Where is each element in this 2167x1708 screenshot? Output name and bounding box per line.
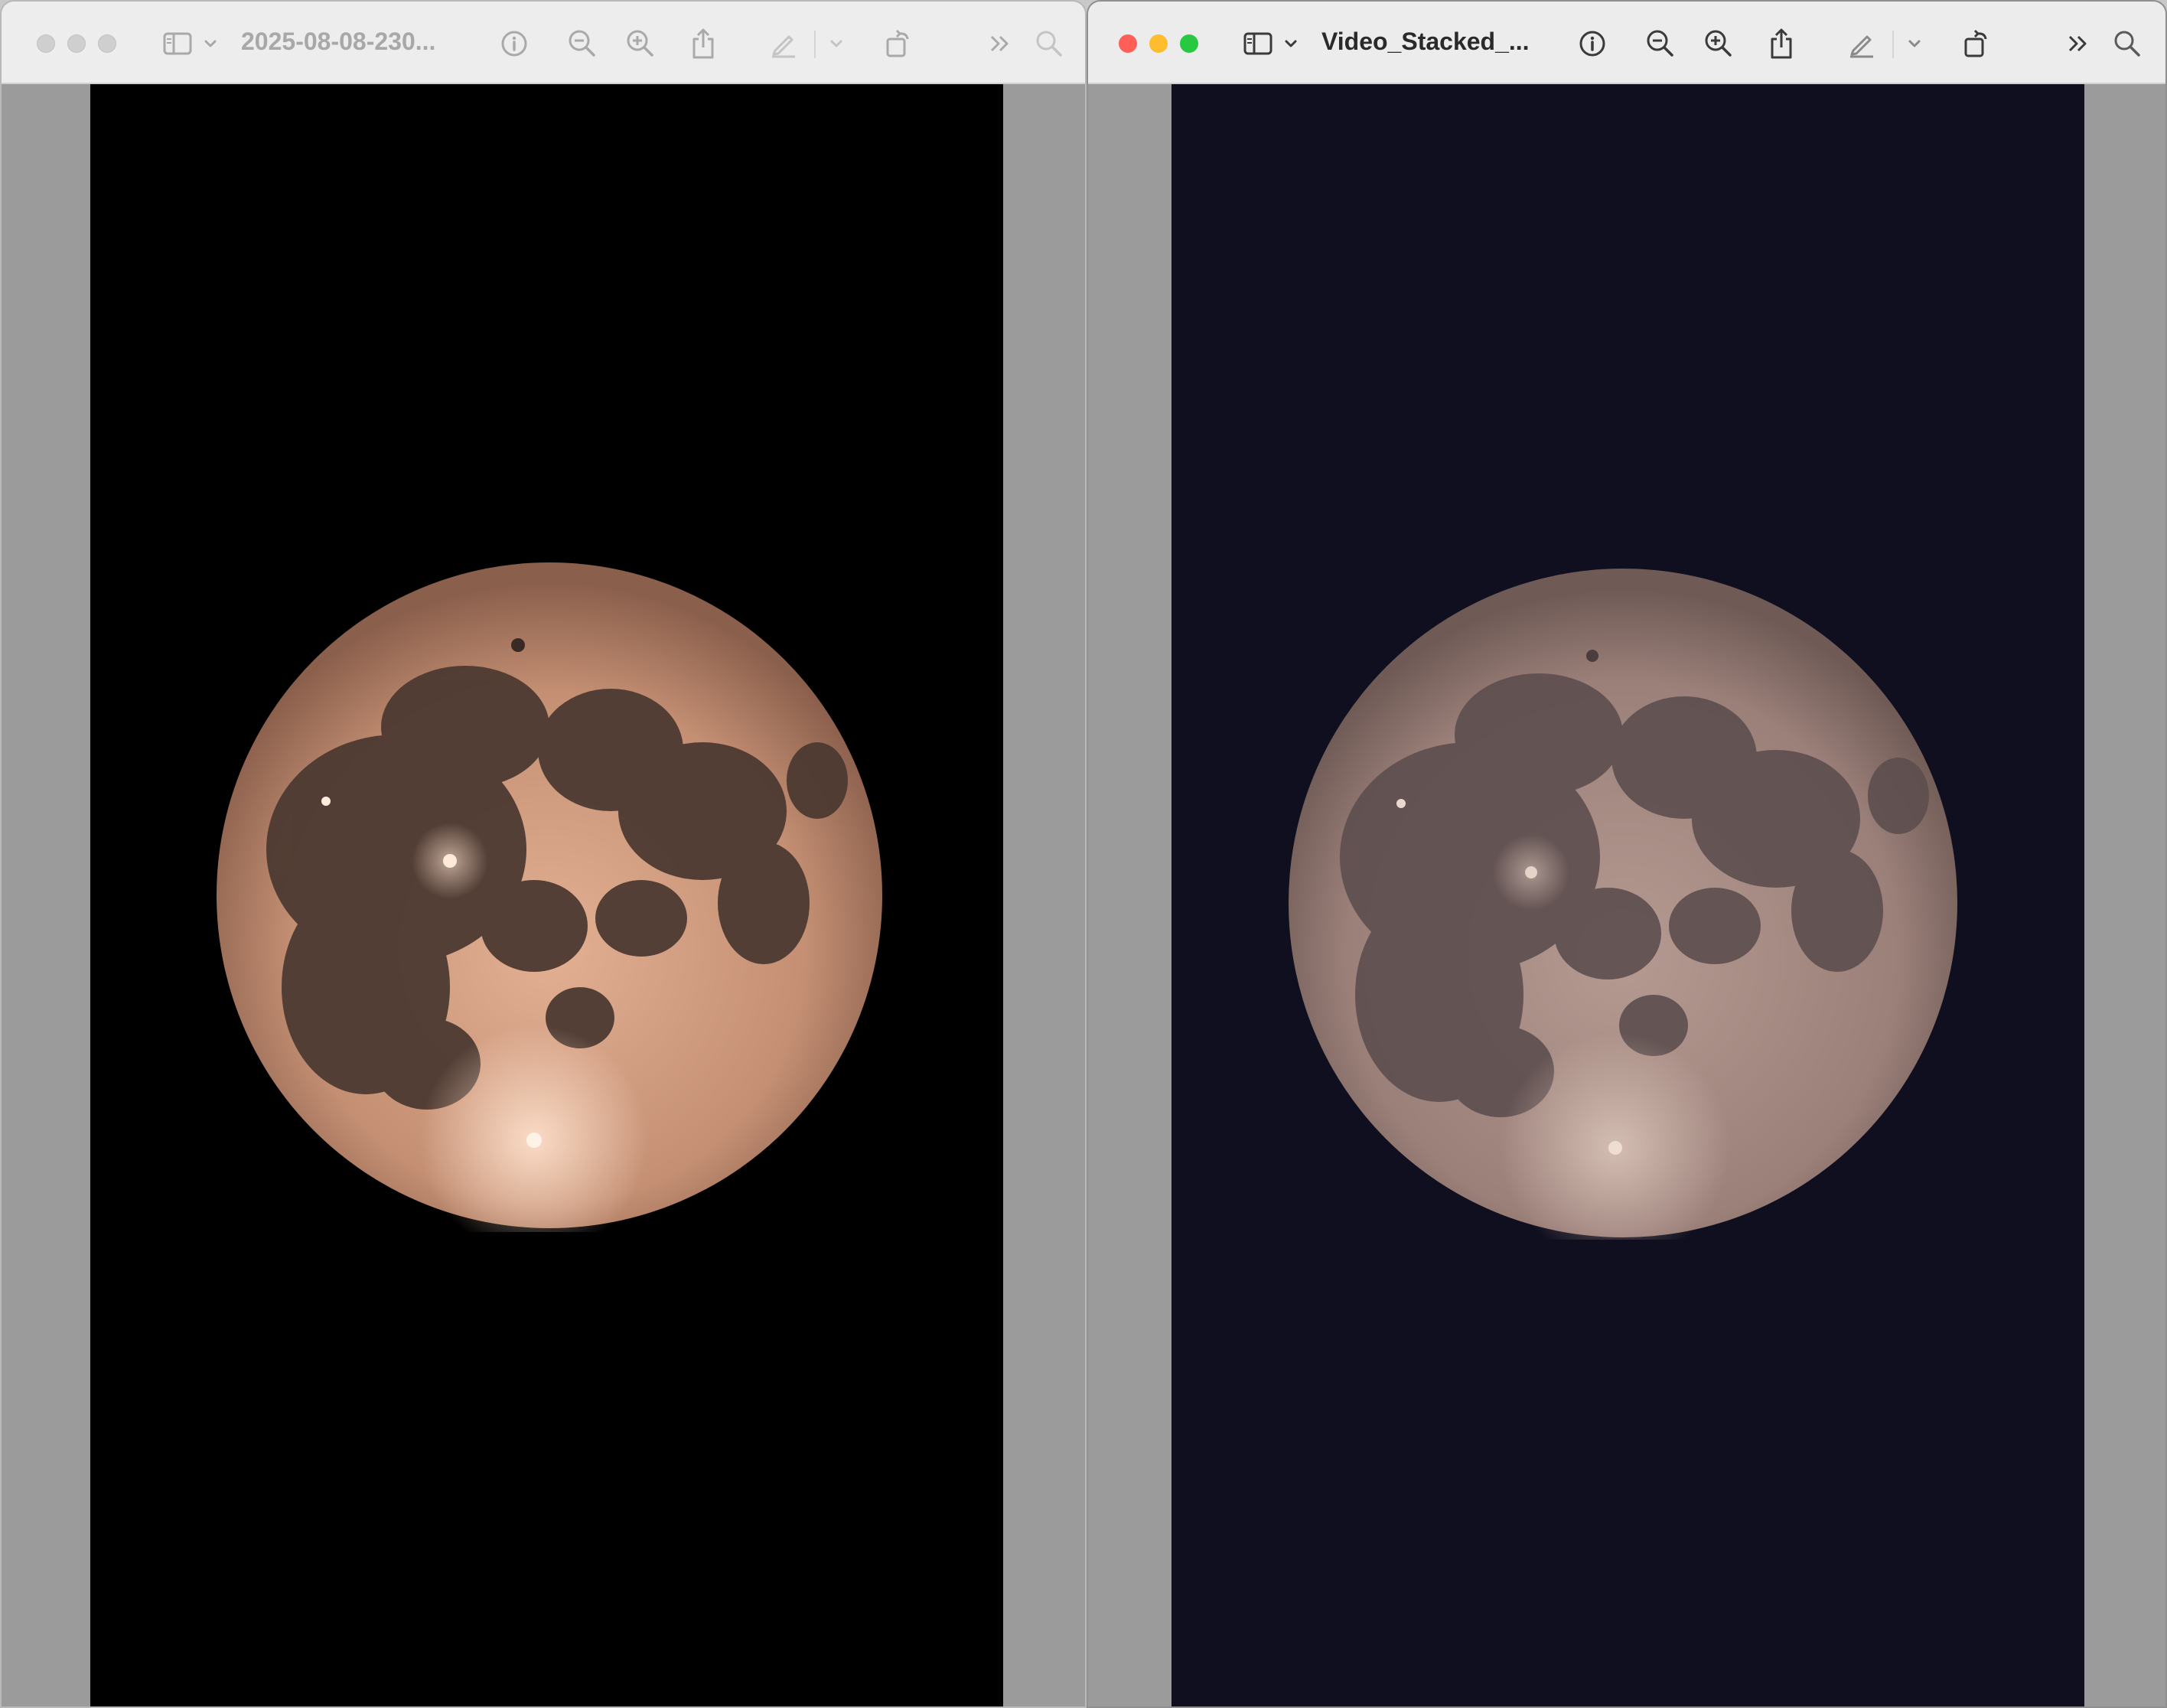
sidebar-toggle-button[interactable] xyxy=(161,24,194,63)
toolbar-divider xyxy=(1892,31,1894,58)
rotate-button[interactable] xyxy=(881,24,915,63)
info-icon xyxy=(501,31,527,57)
chevron-down-icon xyxy=(1285,40,1297,47)
zoom-out-icon xyxy=(569,30,595,57)
markup-menu-button[interactable] xyxy=(1906,24,1923,63)
moon-image xyxy=(1289,569,1957,1240)
zoom-button[interactable] xyxy=(98,34,116,53)
sidebar-toggle-button[interactable] xyxy=(1241,24,1275,63)
rotate-icon xyxy=(886,29,909,57)
markup-pen-icon xyxy=(772,35,795,58)
sidebar-menu-button[interactable] xyxy=(1282,24,1299,63)
rotate-button[interactable] xyxy=(1960,24,1993,63)
search-icon xyxy=(2114,31,2140,57)
info-button[interactable] xyxy=(1576,24,1609,63)
chevron-down-icon xyxy=(1908,40,1921,47)
preview-window-left[interactable]: 2025-08-08-230... xyxy=(0,0,1087,1708)
sidebar-icon xyxy=(1243,32,1273,55)
chevron-down-icon xyxy=(204,40,217,47)
zoom-button[interactable] xyxy=(1180,34,1198,53)
sidebar-menu-button[interactable] xyxy=(202,24,219,63)
search-button[interactable] xyxy=(1033,24,1065,63)
zoom-in-icon xyxy=(627,30,653,57)
search-icon xyxy=(1036,31,1062,57)
info-icon xyxy=(1579,31,1605,57)
rotate-icon xyxy=(1964,29,1987,57)
zoom-in-button[interactable] xyxy=(1702,24,1735,63)
share-button[interactable] xyxy=(686,24,720,63)
more-tools-button[interactable] xyxy=(985,24,1015,63)
more-chevrons-icon xyxy=(990,35,1009,52)
close-button[interactable] xyxy=(1119,34,1137,53)
minimize-button[interactable] xyxy=(1149,34,1168,53)
moon-image xyxy=(217,562,882,1232)
toolbar-divider xyxy=(814,31,816,58)
markup-button[interactable] xyxy=(1845,24,1879,63)
zoom-in-button[interactable] xyxy=(624,24,657,63)
document-viewer[interactable] xyxy=(2,84,1085,1706)
zoom-in-icon xyxy=(1705,30,1732,57)
toolbar: Video_Stacked_... xyxy=(1088,2,2165,84)
more-chevrons-icon xyxy=(2068,35,2087,52)
zoom-out-icon xyxy=(1647,30,1673,57)
share-icon xyxy=(692,28,714,59)
share-button[interactable] xyxy=(1765,24,1798,63)
zoom-out-button[interactable] xyxy=(1644,24,1677,63)
window-title: Video_Stacked_... xyxy=(1321,28,1530,55)
markup-menu-button[interactable] xyxy=(828,24,845,63)
window-title: 2025-08-08-230... xyxy=(241,28,436,55)
markup-pen-icon xyxy=(1850,35,1873,58)
sidebar-icon xyxy=(163,32,192,55)
search-button[interactable] xyxy=(2111,24,2143,63)
zoom-out-button[interactable] xyxy=(565,24,599,63)
close-button[interactable] xyxy=(37,34,55,53)
preview-window-right[interactable]: Video_Stacked_... xyxy=(1087,0,2167,1708)
info-button[interactable] xyxy=(497,24,531,63)
moon-photo-right xyxy=(1171,84,2084,1706)
markup-button[interactable] xyxy=(767,24,800,63)
more-tools-button[interactable] xyxy=(2063,24,2094,63)
minimize-button[interactable] xyxy=(67,34,86,53)
moon-photo-left xyxy=(90,84,1003,1706)
document-viewer[interactable] xyxy=(1088,84,2165,1706)
toolbar: 2025-08-08-230... xyxy=(2,2,1085,84)
share-icon xyxy=(1771,28,1792,59)
chevron-down-icon xyxy=(830,40,842,47)
